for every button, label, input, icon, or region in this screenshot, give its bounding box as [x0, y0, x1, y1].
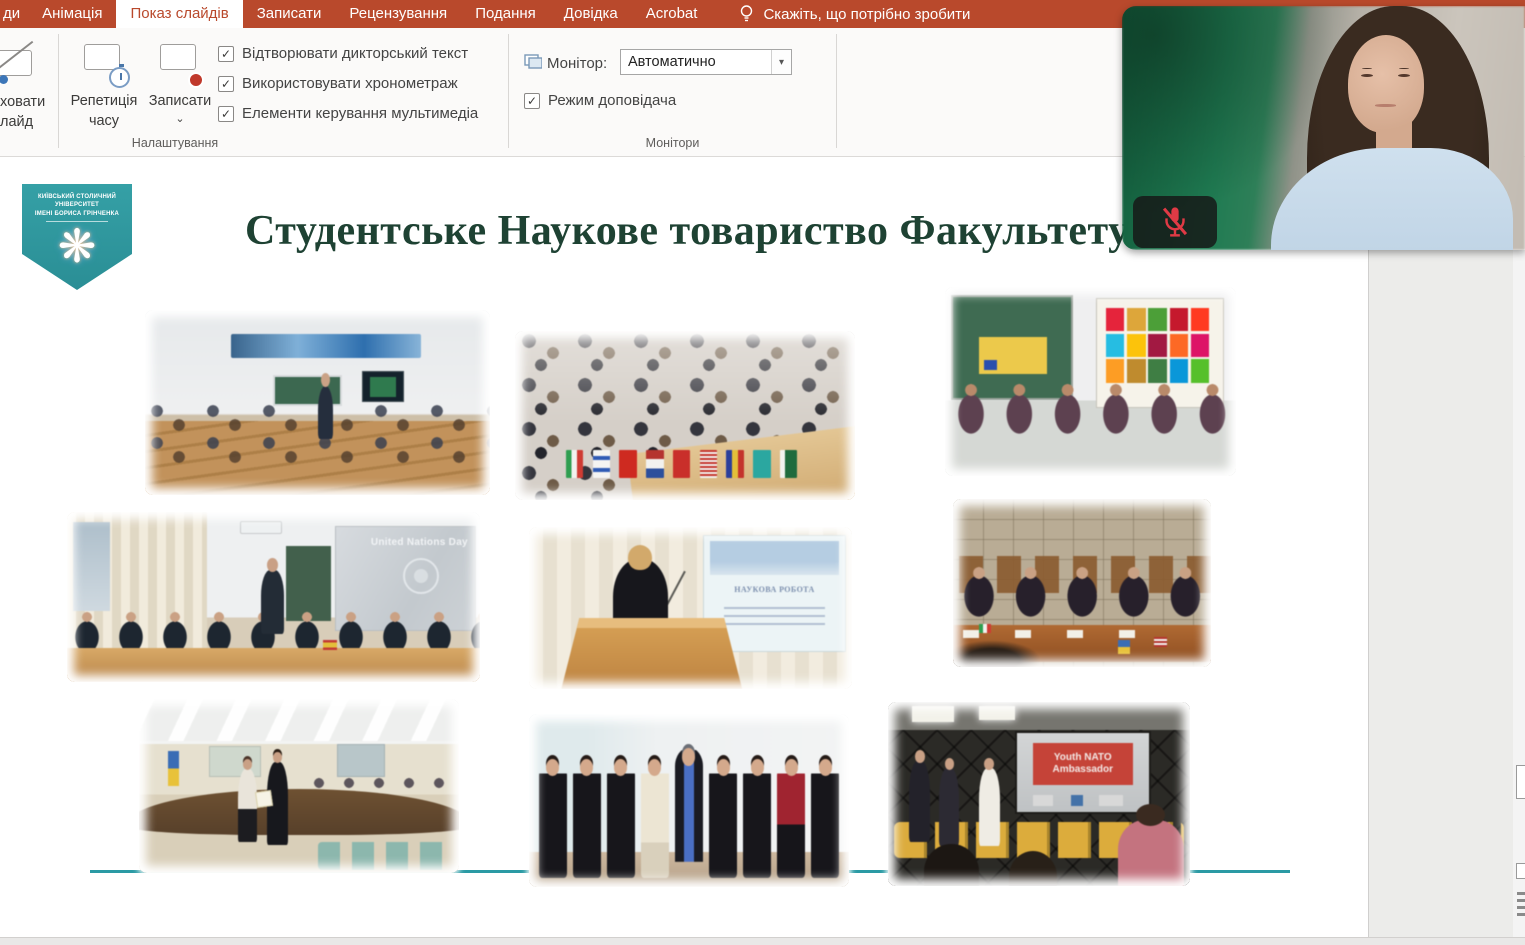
- media-controls-checkbox-row: ✓ Елементи керування мультимедіа: [218, 105, 478, 122]
- ribbon-group-divider: [836, 34, 837, 148]
- media-controls-checkbox[interactable]: ✓: [218, 106, 234, 122]
- hide-slide-label-line1: ховати: [0, 94, 45, 110]
- hide-slide-icon: [0, 44, 36, 88]
- dropdown-arrow-icon[interactable]: ▾: [771, 50, 791, 74]
- tab-record[interactable]: Записати: [243, 0, 336, 28]
- media-controls-label: Елементи керування мультимедіа: [242, 105, 478, 122]
- nato-slide-caption: Youth NATO Ambassador: [1035, 752, 1131, 777]
- chevron-down-icon: ⌄: [148, 114, 212, 125]
- presenter-view-checkbox[interactable]: ✓: [524, 93, 540, 109]
- mic-muted-icon: [1160, 205, 1190, 239]
- slide-canvas[interactable]: КИЇВСЬКИЙ СТОЛИЧНИЙ УНІВЕРСИТЕТ ІМЕНІ БО…: [0, 157, 1368, 937]
- slide-title[interactable]: Студентське Наукове товариство Факультет…: [245, 207, 1130, 255]
- monitor-dropdown-value: Автоматично: [621, 54, 771, 70]
- mic-muted-button[interactable]: [1133, 196, 1217, 248]
- play-narrations-label: Відтворювати дикторський текст: [242, 45, 468, 62]
- presenter-view-checkbox-row: ✓ Режим доповідача: [524, 92, 676, 109]
- ribbon-divider: [58, 34, 59, 148]
- slide-photo-flags-audience[interactable]: [515, 331, 855, 500]
- monitor-icon: [524, 54, 542, 70]
- slide-photo-sdg-discussion[interactable]: [945, 287, 1236, 476]
- play-narrations-checkbox[interactable]: ✓: [218, 46, 234, 62]
- play-narrations-checkbox-row: ✓ Відтворювати дикторський текст: [218, 45, 468, 62]
- rehearse-timings-icon: [82, 42, 126, 86]
- tab-acrobat[interactable]: Acrobat: [632, 0, 712, 28]
- slide-photo-podium-speech[interactable]: НАУКОВА РОБОТА: [529, 527, 852, 689]
- rehearse-timings-button[interactable]: Репетиціячасу: [62, 40, 146, 131]
- scrollbar-button[interactable]: [1516, 863, 1525, 879]
- tab-view[interactable]: Подання: [461, 0, 550, 28]
- status-bar-edge: [0, 937, 1525, 945]
- tab-review[interactable]: Рецензування: [335, 0, 461, 28]
- monitors-group-label: Монітори: [560, 136, 785, 150]
- slide-photo-award-ceremony[interactable]: [139, 699, 459, 873]
- hide-slide-label-line2: лайд: [0, 114, 33, 130]
- settings-group-label: Налаштування: [60, 136, 290, 150]
- use-timings-checkbox[interactable]: ✓: [218, 76, 234, 92]
- logo-text-line1: КИЇВСЬКИЙ СТОЛИЧНИЙ УНІВЕРСИТЕТ: [22, 193, 132, 210]
- slide-photo-nato-event[interactable]: Youth NATO Ambassador: [888, 702, 1190, 886]
- use-timings-checkbox-row: ✓ Використовувати хронометраж: [218, 75, 458, 92]
- webcam-video-overlay: [1122, 6, 1525, 250]
- tab-animation[interactable]: Анімація: [28, 0, 116, 28]
- vertical-scrollbar[interactable]: [1513, 157, 1525, 937]
- record-slideshow-button[interactable]: Записати ⌄: [148, 40, 212, 125]
- tab-transitions-partial[interactable]: ди: [0, 0, 28, 28]
- slide-photo-lecture-hall[interactable]: [145, 310, 490, 495]
- application-window: ди Анімація Показ слайдів Записати Рецен…: [0, 0, 1525, 945]
- tab-help[interactable]: Довідка: [550, 0, 632, 28]
- ribbon-group-divider: [508, 34, 509, 148]
- record-slideshow-icon: [158, 42, 202, 86]
- hide-slide-button[interactable]: ховати лайд: [0, 28, 58, 152]
- scrollbar-thumb[interactable]: [1516, 765, 1525, 799]
- logo-starburst: ❋: [22, 222, 132, 270]
- logo-text-line2: ІМЕНІ БОРИСА ГРІНЧЕНКА: [22, 210, 132, 218]
- un-day-caption: United Nations Day: [371, 537, 468, 548]
- tell-me-label: Скажіть, що потрібно зробити: [763, 6, 970, 23]
- use-timings-label: Використовувати хронометраж: [242, 75, 458, 92]
- un-emblem-icon: [403, 558, 439, 594]
- monitor-label: Монітор:: [547, 55, 607, 72]
- tab-slideshow[interactable]: Показ слайдів: [116, 0, 242, 28]
- tell-me-search[interactable]: Скажіть, що потрібно зробити: [739, 0, 970, 28]
- university-logo[interactable]: КИЇВСЬКИЙ СТОЛИЧНИЙ УНІВЕРСИТЕТ ІМЕНІ БО…: [22, 184, 132, 290]
- slide-side-panel: [1368, 157, 1513, 937]
- monitor-dropdown[interactable]: Автоматично ▾: [620, 49, 792, 75]
- lightbulb-icon: [739, 4, 754, 24]
- projected-slide-caption: НАУКОВА РОБОТА: [713, 584, 836, 597]
- slide-photo-panel-flags[interactable]: [953, 499, 1211, 667]
- slide-photo-group-photo[interactable]: [529, 714, 849, 887]
- slide-photo-un-day[interactable]: United Nations Day: [67, 512, 480, 682]
- presenter-view-label: Режим доповідача: [548, 92, 676, 109]
- next-slide-buttons[interactable]: [1517, 892, 1525, 918]
